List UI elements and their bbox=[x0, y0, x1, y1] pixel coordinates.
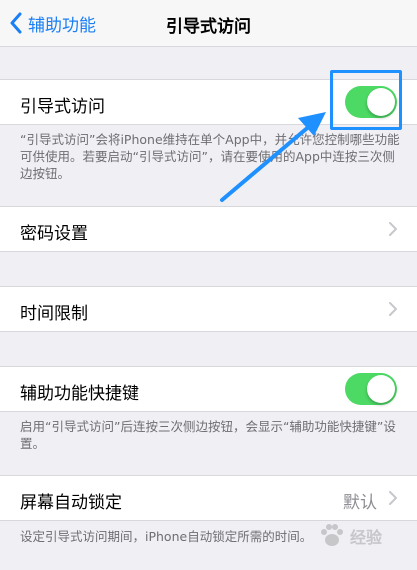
accessibility-shortcut-cell: 辅助功能快捷键 bbox=[0, 366, 417, 412]
accessibility-shortcut-toggle[interactable] bbox=[345, 373, 397, 405]
page-title: 引导式访问 bbox=[166, 17, 251, 37]
watermark-text: 经验 bbox=[350, 528, 383, 547]
accessibility-shortcut-footnote: 启用“引导式访问”后连按三次侧边按钮，会显示“辅助功能快捷键”设置。 bbox=[20, 419, 396, 451]
paw-logo-icon bbox=[321, 524, 343, 546]
auto-lock-cell[interactable]: 屏幕自动锁定 默认 bbox=[0, 475, 417, 521]
passcode-settings-label: 密码设置 bbox=[20, 224, 88, 244]
guided-access-footnote: “引导式访问”会将iPhone维持在单个App中，并允许您控制哪些功能可供使用。… bbox=[20, 132, 400, 181]
watermark: 经验 bbox=[318, 516, 413, 556]
chevron-right-icon bbox=[389, 302, 397, 316]
guided-access-label: 引导式访问 bbox=[20, 97, 105, 117]
toggle-knob bbox=[367, 375, 395, 403]
chevron-right-icon bbox=[389, 491, 397, 505]
navigation-bar: 辅助功能 引导式访问 bbox=[0, 0, 417, 47]
chevron-right-icon bbox=[389, 222, 397, 236]
time-limits-label: 时间限制 bbox=[20, 304, 88, 324]
accessibility-shortcut-label: 辅助功能快捷键 bbox=[20, 384, 139, 404]
time-limits-cell[interactable]: 时间限制 bbox=[0, 286, 417, 332]
auto-lock-value: 默认 bbox=[343, 493, 377, 513]
passcode-settings-cell[interactable]: 密码设置 bbox=[0, 206, 417, 252]
annotation-highlight-box bbox=[330, 70, 402, 130]
auto-lock-label: 屏幕自动锁定 bbox=[20, 493, 122, 513]
